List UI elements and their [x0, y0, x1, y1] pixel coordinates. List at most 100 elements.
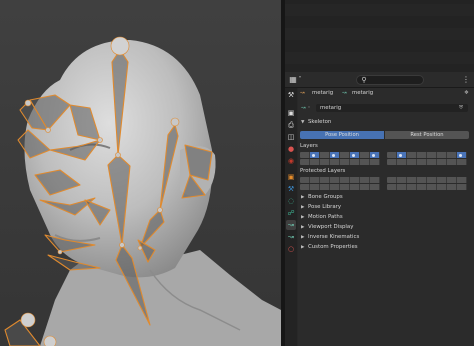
layer-toggle[interactable]	[360, 152, 370, 158]
layer-row	[300, 159, 380, 165]
output-tab-icon[interactable]: ⎙	[286, 120, 296, 130]
layer-toggle[interactable]	[340, 159, 350, 165]
layer-toggle[interactable]	[397, 184, 407, 190]
constraints-tab-icon[interactable]: ☍	[286, 208, 296, 218]
layer-toggle[interactable]	[427, 159, 437, 165]
layer-toggle[interactable]	[457, 177, 467, 183]
scene-tab-icon[interactable]: ●	[286, 144, 296, 154]
layer-toggle[interactable]	[340, 184, 350, 190]
layer-toggle[interactable]	[320, 177, 330, 183]
layer-toggle[interactable]	[387, 159, 397, 165]
layer-toggle[interactable]	[310, 184, 320, 190]
layer-row	[300, 152, 380, 158]
layer-toggle[interactable]	[350, 184, 360, 190]
outliner-row[interactable]	[285, 52, 474, 64]
skeleton-section-header[interactable]: Skeleton	[308, 119, 331, 126]
armature-data-tab-icon[interactable]: ↝	[286, 220, 296, 230]
pose-position-button[interactable]: Pose Position	[300, 131, 384, 139]
data-name-label[interactable]: metarig	[352, 90, 373, 97]
layer-toggle[interactable]	[407, 184, 417, 190]
layer-toggle[interactable]	[407, 152, 417, 158]
layer-toggle[interactable]	[300, 159, 310, 165]
options-icon[interactable]: ⋮	[461, 75, 471, 85]
layer-toggle[interactable]	[310, 177, 320, 183]
layer-toggle[interactable]	[417, 159, 427, 165]
layer-toggle[interactable]	[447, 184, 457, 190]
layer-toggle[interactable]	[360, 159, 370, 165]
layer-toggle[interactable]	[457, 159, 467, 165]
layer-toggle[interactable]	[397, 159, 407, 165]
layer-toggle[interactable]	[427, 184, 437, 190]
layer-toggle[interactable]	[447, 177, 457, 183]
layer-toggle[interactable]	[300, 184, 310, 190]
layer-toggle[interactable]	[300, 177, 310, 183]
layer-toggle[interactable]	[387, 152, 397, 158]
layer-toggle[interactable]	[447, 159, 457, 165]
layer-toggle[interactable]	[370, 152, 380, 158]
layer-toggle[interactable]	[350, 152, 360, 158]
layer-toggle[interactable]	[310, 159, 320, 165]
layer-toggle[interactable]	[350, 159, 360, 165]
outliner-row[interactable]	[285, 28, 474, 40]
layer-toggle[interactable]	[340, 152, 350, 158]
shield-icon[interactable]: ⛨	[459, 105, 463, 112]
object-tab-icon[interactable]: ▣	[286, 172, 296, 182]
layer-toggle[interactable]	[447, 152, 457, 158]
layer-toggle[interactable]	[320, 184, 330, 190]
layer-toggle[interactable]	[320, 159, 330, 165]
chevron-down-icon[interactable]: ▼	[301, 119, 304, 126]
layer-toggle[interactable]	[407, 177, 417, 183]
rest-position-button[interactable]: Rest Position	[385, 131, 469, 139]
layer-toggle[interactable]	[417, 152, 427, 158]
object-name-label[interactable]: metarig	[312, 90, 333, 97]
layer-toggle[interactable]	[330, 159, 340, 165]
3d-viewport[interactable]	[0, 0, 281, 346]
layer-toggle[interactable]	[330, 177, 340, 183]
layer-toggle[interactable]	[397, 152, 407, 158]
bone-tab-icon[interactable]: ↝	[286, 232, 296, 242]
layer-toggle[interactable]	[370, 184, 380, 190]
layer-toggle[interactable]	[397, 177, 407, 183]
layer-toggle[interactable]	[370, 177, 380, 183]
properties-search-input[interactable]: ⚲	[356, 75, 424, 85]
layer-toggle[interactable]	[330, 184, 340, 190]
layer-toggle[interactable]	[417, 184, 427, 190]
modifier-tab-icon[interactable]: ⚒	[286, 184, 296, 194]
layer-toggle[interactable]	[437, 177, 447, 183]
outliner-row[interactable]	[285, 16, 474, 28]
render-tab-icon[interactable]: ▣	[286, 108, 296, 118]
layer-toggle[interactable]	[330, 152, 340, 158]
datablock-field[interactable]: metarig ⛨	[316, 104, 468, 112]
layer-toggle[interactable]	[370, 159, 380, 165]
outliner-row[interactable]	[285, 40, 474, 52]
layer-toggle[interactable]	[320, 152, 330, 158]
layer-toggle[interactable]	[310, 152, 320, 158]
pin-icon[interactable]: ❖	[464, 90, 469, 97]
layer-toggle[interactable]	[457, 152, 467, 158]
layer-toggle[interactable]	[427, 177, 437, 183]
material-tab-icon[interactable]: ○	[286, 244, 296, 254]
layer-toggle[interactable]	[387, 184, 397, 190]
tool-tab-icon[interactable]: ⚒	[286, 90, 296, 100]
layer-toggle[interactable]	[300, 152, 310, 158]
layer-toggle[interactable]	[387, 177, 397, 183]
outliner-area[interactable]	[285, 0, 474, 72]
layer-toggle[interactable]	[340, 177, 350, 183]
layer-toggle[interactable]	[427, 152, 437, 158]
layer-toggle[interactable]	[360, 184, 370, 190]
layer-toggle[interactable]	[350, 177, 360, 183]
layer-toggle[interactable]	[437, 159, 447, 165]
chevron-down-icon[interactable]: ˅	[295, 75, 305, 85]
world-tab-icon[interactable]: ◉	[286, 156, 296, 166]
layer-toggle[interactable]	[417, 177, 427, 183]
chevron-down-icon[interactable]: ˅	[308, 105, 310, 112]
layer-toggle[interactable]	[407, 159, 417, 165]
layer-toggle[interactable]	[437, 184, 447, 190]
layer-toggle[interactable]	[360, 177, 370, 183]
outliner-row[interactable]	[285, 4, 474, 16]
layer-toggle[interactable]	[457, 184, 467, 190]
search-icon: ⚲	[361, 76, 367, 84]
layer-toggle[interactable]	[437, 152, 447, 158]
view-layer-tab-icon[interactable]: ◫	[286, 132, 296, 142]
physics-tab-icon[interactable]: ◌	[286, 196, 296, 206]
